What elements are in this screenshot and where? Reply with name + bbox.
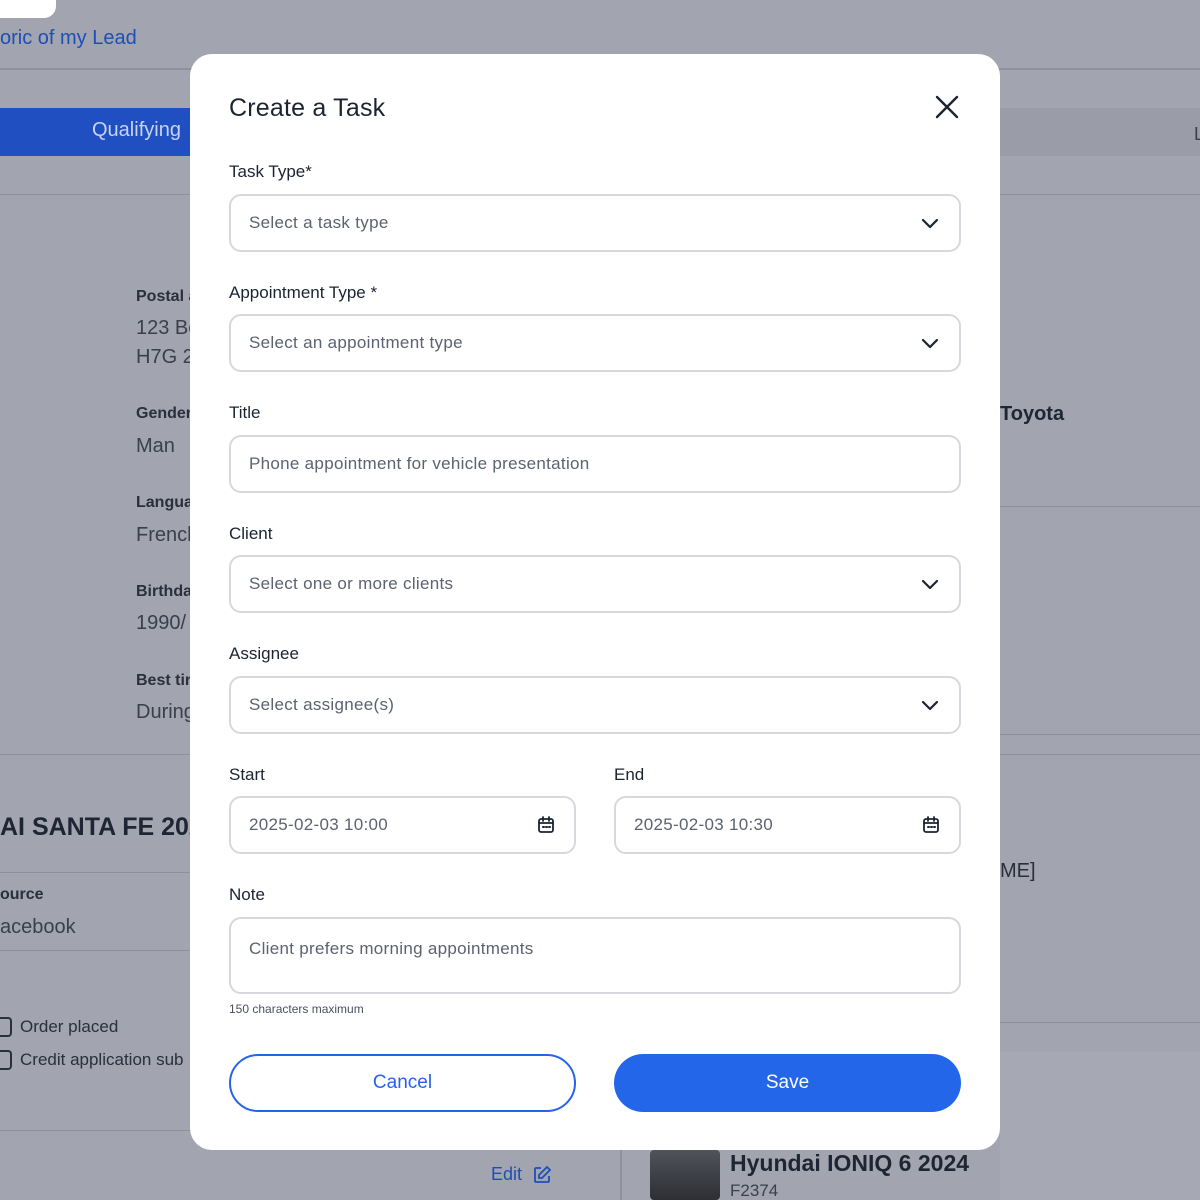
best-time-value: During <box>136 701 195 723</box>
gender-label: Gender <box>136 405 193 422</box>
checkbox-credit-application[interactable]: Credit application sub <box>0 1050 183 1070</box>
client-label: Client <box>229 524 273 543</box>
brand-text: Toyota <box>1000 403 1065 425</box>
chevron-down-icon <box>921 579 939 590</box>
appointment-type-select[interactable]: Select an appointment type <box>229 314 961 372</box>
divider <box>0 872 190 873</box>
assignee-label: Assignee <box>229 644 299 663</box>
birthday-value: 1990/ <box>136 612 187 634</box>
top-card <box>0 0 56 18</box>
checkbox-label: Credit application sub <box>20 1050 184 1069</box>
chevron-down-icon <box>921 700 939 711</box>
note-hint: 150 characters maximum <box>229 1002 364 1016</box>
tab-qualifying[interactable]: Qualifying <box>0 108 200 156</box>
chevron-down-icon <box>921 218 939 229</box>
calendar-icon[interactable] <box>536 815 556 835</box>
client-select[interactable]: Select one or more clients <box>229 555 961 613</box>
divider <box>1000 506 1200 507</box>
end-label: End <box>614 765 645 784</box>
task-type-placeholder: Select a task type <box>249 213 389 232</box>
cancel-button[interactable]: Cancel <box>229 1054 576 1112</box>
save-button[interactable]: Save <box>614 1054 961 1112</box>
title-value: Phone appointment for vehicle presentati… <box>249 454 590 473</box>
right-panel <box>1000 1052 1200 1200</box>
task-type-label: Task Type* <box>229 162 312 181</box>
start-label: Start <box>229 765 265 784</box>
note-textarea[interactable]: Client prefers morning appointments <box>229 917 961 994</box>
birthday-label: Birthda <box>136 583 192 600</box>
breadcrumb-link[interactable]: oric of my Lead <box>0 27 137 50</box>
language-label: Langua <box>136 494 193 511</box>
edit-icon <box>534 1165 552 1183</box>
end-datetime-input[interactable]: 2025-02-03 10:30 <box>614 796 961 854</box>
start-value: 2025-02-03 10:00 <box>249 815 389 834</box>
car-thumbnail <box>650 1150 720 1200</box>
car-code: F2374 <box>730 1181 779 1200</box>
postal-label: Postal a <box>136 288 198 305</box>
divider <box>1000 734 1200 735</box>
vehicle-heading: AI SANTA FE 2024 <box>0 813 217 841</box>
assignee-placeholder: Select assignee(s) <box>249 695 395 714</box>
checkbox-order-placed[interactable]: Order placed <box>0 1017 118 1037</box>
car-name: Hyundai IONIQ 6 2024 <box>730 1150 970 1176</box>
gender-value: Man <box>136 435 175 457</box>
divider <box>1000 1022 1200 1023</box>
source-value: acebook <box>0 916 76 938</box>
edit-label: Edit <box>491 1164 523 1184</box>
title-label: Title <box>229 403 261 422</box>
note-value: Client prefers morning appointments <box>249 939 534 958</box>
checkbox-box[interactable] <box>0 1050 12 1070</box>
close-button[interactable] <box>932 92 962 122</box>
assignee-select[interactable]: Select assignee(s) <box>229 676 961 734</box>
appointment-type-label: Appointment Type * <box>229 283 378 302</box>
client-placeholder: Select one or more clients <box>249 574 454 593</box>
title-input[interactable]: Phone appointment for vehicle presentati… <box>229 435 961 493</box>
checkbox-box[interactable] <box>0 1017 12 1037</box>
source-label: ource <box>0 886 44 903</box>
divider <box>0 950 190 951</box>
close-icon <box>935 95 959 119</box>
end-value: 2025-02-03 10:30 <box>634 815 774 834</box>
start-datetime-input[interactable]: 2025-02-03 10:00 <box>229 796 576 854</box>
edit-link[interactable]: Edit <box>491 1164 552 1185</box>
appointment-type-placeholder: Select an appointment type <box>249 333 463 352</box>
calendar-icon[interactable] <box>921 815 941 835</box>
postal-value-line2: H7G 2 <box>136 346 194 368</box>
create-task-modal: Create a Task Task Type* Select a task t… <box>190 54 1000 1150</box>
note-label: Note <box>229 885 265 904</box>
checkbox-label: Order placed <box>20 1017 119 1036</box>
partial-text: ME] <box>1000 860 1036 882</box>
tab-partial: L <box>1194 124 1200 144</box>
divider <box>620 1150 622 1200</box>
chevron-down-icon <box>921 338 939 349</box>
modal-title: Create a Task <box>229 94 386 122</box>
task-type-select[interactable]: Select a task type <box>229 194 961 252</box>
language-value: French <box>136 524 199 546</box>
best-time-label: Best tir <box>136 672 192 689</box>
